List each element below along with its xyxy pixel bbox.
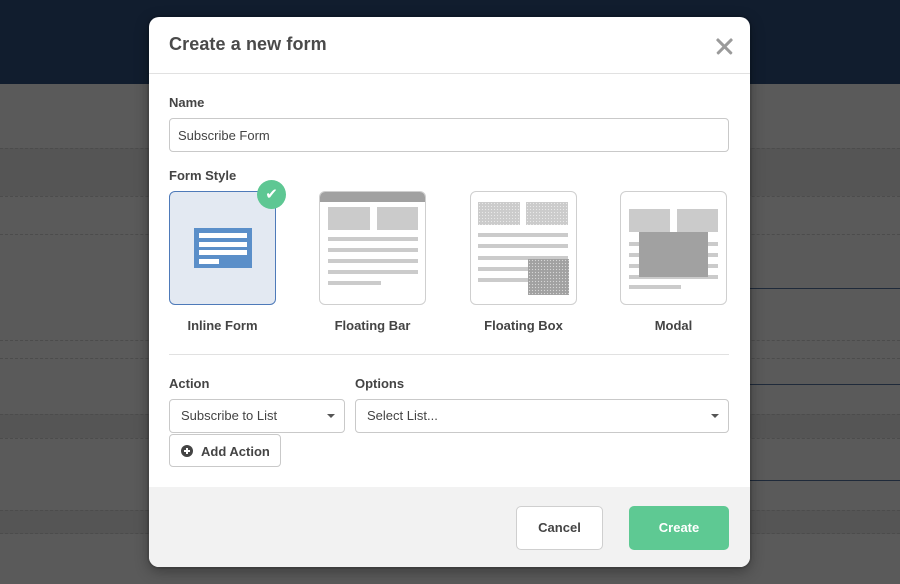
thumb-line [328, 270, 418, 274]
thumb-line [328, 259, 418, 263]
style-label-modal: Modal [654, 318, 693, 333]
inline-form-icon [194, 228, 252, 268]
name-label: Name [169, 95, 205, 110]
create-form-modal: Create a new form Name Form Style ✔ Inli… [149, 17, 750, 567]
thumb-line [328, 237, 418, 241]
backdrop-divider [745, 384, 900, 385]
style-option-modal[interactable] [620, 191, 727, 305]
style-option-inline-form[interactable] [169, 191, 276, 305]
style-label-floating-bar: Floating Bar [334, 318, 411, 333]
backdrop-divider [745, 480, 900, 481]
form-name-input[interactable] [169, 118, 729, 152]
selected-check-icon: ✔ [257, 180, 286, 209]
style-option-floating-box[interactable] [470, 191, 577, 305]
style-option-floating-bar[interactable] [319, 191, 426, 305]
thumb-block [677, 209, 718, 232]
inline-form-field [199, 233, 247, 238]
modal-icon [639, 232, 708, 277]
close-icon[interactable] [712, 34, 736, 58]
cancel-button[interactable]: Cancel [516, 506, 603, 550]
thumb-line [478, 244, 568, 248]
form-style-label: Form Style [169, 168, 237, 183]
add-action-label: Add Action [201, 444, 270, 459]
modal-header: Create a new form [149, 17, 750, 74]
modal-title: Create a new form [169, 34, 327, 54]
options-select[interactable]: Select List... [355, 399, 729, 433]
section-divider [169, 354, 729, 355]
thumb-block [377, 207, 418, 230]
create-button[interactable]: Create [629, 506, 729, 550]
action-select-value: Subscribe to List [181, 408, 278, 423]
thumb-block [526, 202, 568, 225]
add-action-button[interactable]: Add Action [169, 434, 281, 467]
style-label-floating-box: Floating Box [484, 318, 563, 333]
thumb-block [478, 202, 520, 225]
thumb-line [629, 285, 681, 289]
options-label: Options [355, 376, 405, 391]
plus-circle-icon [181, 445, 193, 457]
thumb-block [328, 207, 370, 230]
thumb-block [629, 209, 670, 232]
backdrop-divider [745, 288, 900, 289]
chevron-down-icon [327, 414, 335, 418]
style-label-inline-form: Inline Form [187, 318, 258, 333]
floating-box-icon [528, 259, 569, 295]
action-select[interactable]: Subscribe to List [169, 399, 345, 433]
inline-form-field [199, 250, 247, 255]
options-select-value: Select List... [367, 408, 438, 423]
thumb-line [328, 281, 381, 285]
action-label: Action [169, 376, 210, 391]
floating-bar-icon [320, 192, 425, 202]
chevron-down-icon [711, 414, 719, 418]
inline-form-field [199, 242, 247, 247]
thumb-line [328, 248, 418, 252]
thumb-line [478, 233, 568, 237]
modal-footer: Cancel Create [149, 487, 750, 567]
inline-form-button [199, 259, 219, 264]
